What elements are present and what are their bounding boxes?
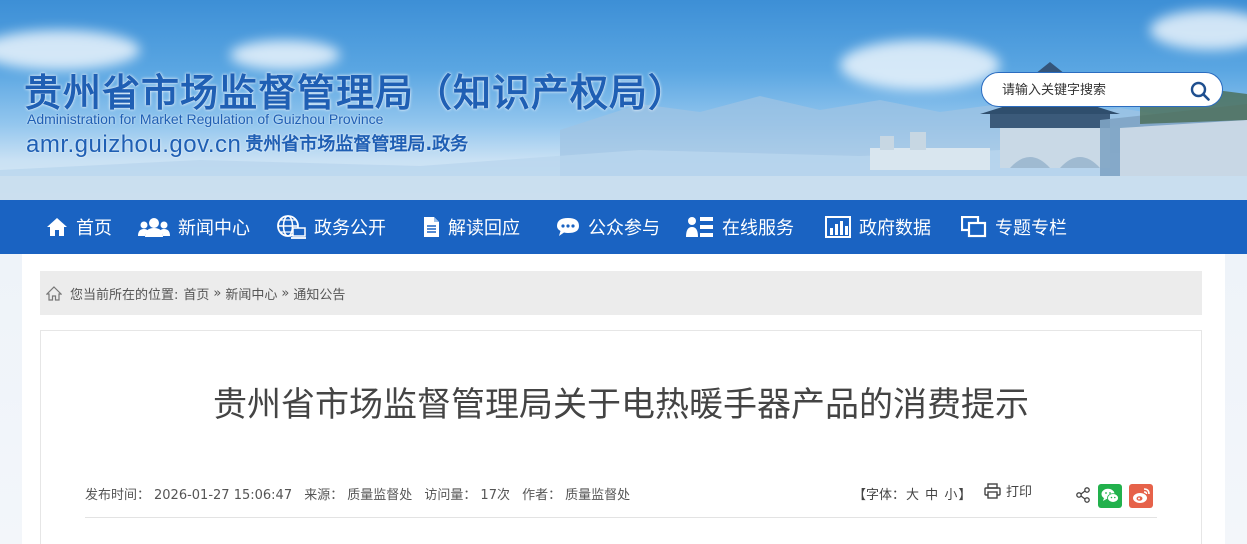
- site-subtitle-en: Administration for Market Regulation of …: [27, 111, 384, 127]
- domain-suffix: 贵州省市场监督管理局.政务: [245, 134, 469, 155]
- domain-url: amr.guizhou.gov.cn: [26, 131, 242, 158]
- breadcrumb-prefix: 您当前所在的位置:: [70, 287, 179, 303]
- search-icon[interactable]: [1190, 81, 1210, 101]
- nav-item-participation[interactable]: 公众参与: [556, 200, 660, 254]
- author-label: 作者：: [522, 488, 562, 503]
- share-icon[interactable]: [1075, 487, 1091, 503]
- font-size-control: 【字体：大 中 小】: [853, 484, 971, 503]
- font-large-button[interactable]: 大: [906, 488, 919, 503]
- nav-item-label: 公众参与: [588, 218, 660, 239]
- font-medium-button[interactable]: 中: [925, 488, 938, 503]
- nav-item-news[interactable]: 新闻中心: [138, 200, 250, 254]
- weibo-share-icon[interactable]: [1129, 484, 1153, 508]
- person-list-icon: [686, 217, 713, 237]
- globe-icon: [277, 215, 306, 239]
- nav-item-special-topics[interactable]: 专题专栏: [961, 200, 1067, 254]
- print-label: 打印: [1006, 485, 1033, 500]
- nav-item-label: 解读回应: [448, 218, 520, 239]
- chat-icon: [557, 218, 579, 236]
- author-value: 质量监督处: [565, 488, 631, 503]
- breadcrumb: 您当前所在的位置: 首页 » 新闻中心 » 通知公告: [40, 271, 1202, 315]
- nav-item-label: 专题专栏: [995, 218, 1067, 239]
- weibo-icon: [1133, 488, 1150, 503]
- wechat-share-icon[interactable]: [1098, 484, 1122, 508]
- main-nav: 首页 新闻中心 政务公开 解读回应 公众参与 在线服务 政府数据 专题专栏: [0, 200, 1247, 254]
- article: 贵州省市场监督管理局关于电热暖手器产品的消费提示 发布时间： 2026-01-27…: [40, 330, 1202, 544]
- windows-icon: [961, 216, 987, 238]
- nav-item-label: 政务公开: [314, 218, 386, 239]
- site-title: 贵州省市场监督管理局（知识产权局）: [24, 71, 688, 115]
- views-label: 访问量：: [424, 488, 477, 503]
- home-outline-icon: [46, 285, 62, 301]
- site-domain: amr.guizhou.gov.cn 贵州省市场监督管理局.政务: [26, 131, 468, 159]
- nav-item-label: 政府数据: [859, 218, 931, 239]
- source: 来源： 质量监督处: [304, 488, 416, 503]
- breadcrumb-link-news[interactable]: 新闻中心: [225, 284, 277, 303]
- views: 访问量： 17次: [424, 488, 514, 503]
- print-button[interactable]: 打印: [984, 481, 1032, 500]
- header-banner: 贵州省市场监督管理局（知识产权局） Administration for Mar…: [0, 0, 1247, 200]
- source-label: 来源：: [304, 488, 344, 503]
- publish-time: 发布时间： 2026-01-27 15:06:47: [85, 488, 296, 503]
- wechat-icon: [1101, 488, 1119, 503]
- breadcrumb-separator: »: [281, 285, 290, 301]
- article-title: 贵州省市场监督管理局关于电热暖手器产品的消费提示: [213, 385, 1029, 425]
- source-value: 质量监督处: [347, 488, 413, 503]
- font-control-close: 】: [958, 488, 972, 503]
- meta-divider: [85, 517, 1157, 518]
- nav-item-online-service[interactable]: 在线服务: [686, 200, 794, 254]
- nav-item-gov-data[interactable]: 政府数据: [825, 200, 931, 254]
- font-control-open: 【字体：: [853, 488, 906, 503]
- breadcrumb-separator: »: [213, 285, 222, 301]
- nav-item-gov-affairs[interactable]: 政务公开: [276, 200, 386, 254]
- search-input[interactable]: [1002, 81, 1182, 99]
- nav-item-label: 首页: [76, 218, 112, 239]
- bar-chart-icon: [825, 216, 851, 238]
- author: 作者： 质量监督处: [522, 488, 634, 503]
- users-icon: [138, 218, 170, 237]
- font-small-button[interactable]: 小: [944, 488, 957, 503]
- article-meta: 发布时间： 2026-01-27 15:06:47 来源： 质量监督处 访问量： 17…: [85, 484, 638, 503]
- publish-time-label: 发布时间：: [85, 488, 151, 503]
- nav-item-label: 在线服务: [722, 218, 794, 239]
- breadcrumb-link-notices[interactable]: 通知公告: [293, 284, 345, 303]
- nav-item-label: 新闻中心: [178, 218, 250, 239]
- nav-item-home[interactable]: 首页: [46, 200, 112, 254]
- nav-item-interpretation[interactable]: 解读回应: [422, 200, 520, 254]
- breadcrumb-link-home[interactable]: 首页: [183, 284, 209, 303]
- search-box: [981, 72, 1223, 107]
- document-icon: [424, 217, 439, 237]
- publish-time-value: 2026-01-27 15:06:47: [154, 488, 293, 503]
- home-icon: [47, 218, 67, 236]
- views-value: 17次: [480, 488, 510, 503]
- printer-icon: [984, 482, 1001, 499]
